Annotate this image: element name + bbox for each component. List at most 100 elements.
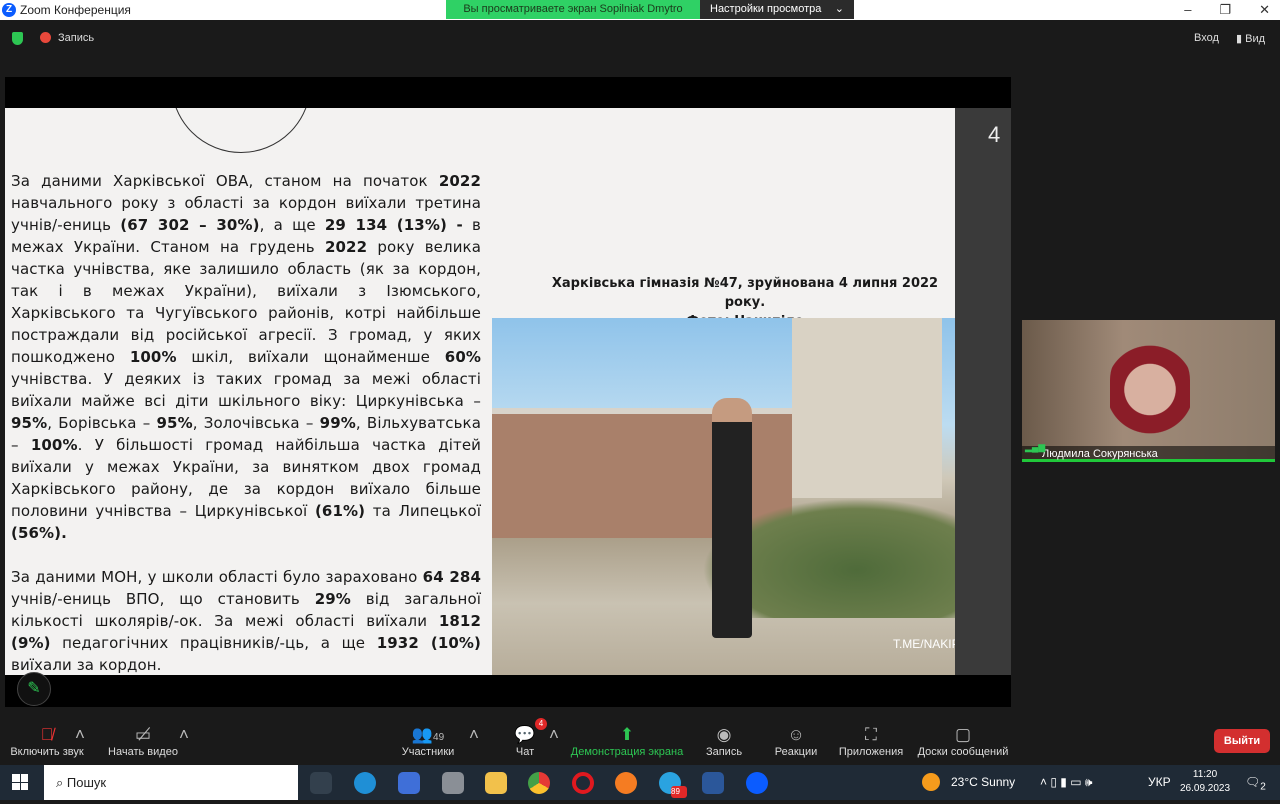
bold-figure: 95%: [11, 414, 48, 432]
bold-figure: (61%): [314, 502, 366, 520]
man-carrying-folders: [712, 398, 752, 638]
share-screen-icon: ⬆: [619, 725, 635, 744]
enter-button[interactable]: Вход: [1194, 32, 1219, 44]
video-options-chevron[interactable]: ˄: [176, 724, 192, 746]
window-title: Zoom Конференция: [20, 3, 131, 17]
firefox-icon[interactable]: [615, 772, 637, 794]
participant-video[interactable]: ▂▄▆ Людмила Сокурянська: [1022, 320, 1275, 462]
recording-label[interactable]: Запись: [58, 32, 94, 44]
telegram-badge: 89: [671, 786, 687, 798]
close-button[interactable]: ✕: [1259, 0, 1270, 20]
text-run: За даними Харківської ОВА, станом на поч…: [11, 172, 439, 190]
bold-figure: 29 134 (13%) -: [324, 216, 463, 234]
bold-figure: (56%).: [11, 524, 67, 542]
participants-label: Участники: [401, 746, 455, 758]
chat-button[interactable]: 💬 4 Чат: [505, 718, 547, 758]
clock-time: 11:20: [1192, 769, 1218, 780]
telegram-icon[interactable]: 89: [659, 772, 687, 798]
reactions-button[interactable]: ☺ Реакции: [770, 724, 822, 758]
clock-date: 26.09.2023: [1180, 783, 1231, 794]
bold-figure: 95%: [156, 414, 193, 432]
participants-icon: 👥49: [411, 725, 445, 744]
clock[interactable]: 11:20 26.09.2023: [1180, 768, 1230, 796]
bold-figure: (67 302 – 30%): [120, 216, 260, 234]
view-button[interactable]: ▮ Вид: [1236, 32, 1265, 45]
bold-figure: 60%: [444, 348, 481, 366]
signal-icon: ▂▄▆: [1025, 442, 1046, 452]
security-shield-icon[interactable]: [12, 32, 23, 45]
chat-icon: 💬 4: [505, 718, 547, 746]
weather-icon: [922, 773, 940, 791]
bold-figure: 2022: [438, 172, 481, 190]
text-run: , Золочівська –: [192, 414, 320, 432]
apps-button[interactable]: ⛶ Приложения: [836, 724, 906, 758]
chevron-down-icon: ⌄: [834, 3, 844, 15]
whiteboards-label: Доски сообщений: [917, 746, 1009, 758]
bold-figure: 64 284: [422, 568, 481, 586]
apps-icon: ⛶: [865, 725, 877, 744]
notifications-icon[interactable]: 🗨2: [1245, 765, 1266, 804]
chrome-icon[interactable]: [528, 772, 550, 794]
participant-face: [1110, 340, 1190, 450]
windows-start-icon[interactable]: [12, 774, 28, 790]
bold-figure: 2022: [324, 238, 368, 256]
participant-name-bar: ▂▄▆ Людмила Сокурянська: [1022, 442, 1275, 462]
reactions-icon: ☺: [787, 725, 805, 744]
destroyed-school-photo: T.ME/NAKIPELOVO: [492, 318, 955, 675]
taskbar-search[interactable]: ⌕ Пошук: [44, 765, 298, 800]
whiteboards-button[interactable]: ▢ Доски сообщений: [914, 724, 1012, 758]
shared-screen: За даними Харківської ОВА, станом на поч…: [5, 77, 1011, 707]
start-video-button[interactable]: ▭̸ Начать видео: [104, 724, 182, 758]
meeting-toolbar: 🎙̸ Включить звук ˄ ▭̸ Начать видео ˄ 👥49 Уч…: [0, 710, 1280, 765]
annotate-pencil-button[interactable]: ✎: [17, 672, 51, 706]
leave-button[interactable]: Выйти: [1214, 729, 1270, 753]
video-off-icon: ▭̸: [134, 725, 152, 744]
text-run: року велика частка учнівства, яке залиши…: [11, 238, 481, 366]
restore-button[interactable]: ❐: [1219, 0, 1231, 20]
share-screen-button[interactable]: ⬆ Демонстрация экрана: [570, 724, 684, 758]
text-run: , Борівська –: [47, 414, 157, 432]
participant-name: Людмила Сокурянська: [1042, 448, 1158, 460]
opera-icon[interactable]: [572, 772, 594, 794]
tray-icons[interactable]: ˄ ▯ ▮ ▭ 🕪: [1040, 765, 1092, 800]
search-label: Пошук: [66, 775, 107, 790]
minimize-button[interactable]: –: [1184, 0, 1191, 20]
photo-watermark: T.ME/NAKIPELOVO: [892, 637, 955, 651]
record-label: Запись: [705, 746, 743, 758]
bold-figure: 100%: [129, 348, 177, 366]
language-indicator[interactable]: УКР: [1148, 765, 1171, 800]
caption-line-1: Харківська гімназія №47, зруйнована 4 ли…: [551, 276, 939, 310]
view-label: Вид: [1245, 33, 1266, 45]
audio-options-chevron[interactable]: ˄: [72, 724, 88, 746]
view-settings-button[interactable]: Настройки просмотра ⌄: [700, 0, 854, 19]
record-button[interactable]: ◉ Запись: [700, 724, 748, 758]
start-video-label: Начать видео: [108, 746, 178, 758]
task-view-icon[interactable]: [310, 772, 332, 794]
slide-paragraph: За даними Харківської ОВА, станом на поч…: [11, 170, 481, 544]
participants-button[interactable]: 👥49 Участники: [398, 724, 458, 758]
title-bar: Z Zoom Конференция Вы просматриваете экр…: [0, 0, 1280, 20]
edge-icon[interactable]: [354, 772, 376, 794]
word-icon[interactable]: [702, 772, 724, 794]
participants-chevron[interactable]: ˄: [466, 724, 482, 746]
slide-number: 4: [988, 122, 1001, 147]
text-run: шкіл, виїхали щонайменше: [176, 348, 445, 366]
ruined-building: [792, 318, 942, 498]
zoom-taskbar-icon[interactable]: [746, 772, 768, 794]
app-icon[interactable]: [398, 772, 420, 794]
bold-figure: 1932 (10%): [376, 634, 481, 652]
share-screen-label: Демонстрация экрана: [570, 746, 684, 758]
chat-chevron[interactable]: ˄: [546, 724, 562, 746]
view-settings-label: Настройки просмотра: [710, 3, 822, 15]
weather-text[interactable]: 23°C Sunny: [951, 765, 1015, 800]
meeting-top-bar: Запись Вход ▮ Вид: [0, 20, 1280, 57]
share-banner: Вы просматриваете экран Sopilniak Dmytro…: [446, 0, 854, 19]
bold-figure: 29%: [314, 590, 351, 608]
printer-app-icon[interactable]: [442, 772, 464, 794]
notifications-count: 2: [1260, 781, 1266, 793]
zoom-logo-icon: Z: [2, 3, 16, 17]
slide-number-column: [955, 108, 1011, 675]
bold-figure: 100%: [30, 436, 78, 454]
windows-taskbar: ⌕ Пошук 89 23°C Sunny ˄ ▯ ▮ ▭ 🕪 УКР 11:2…: [0, 765, 1280, 800]
file-explorer-icon[interactable]: [485, 772, 507, 794]
